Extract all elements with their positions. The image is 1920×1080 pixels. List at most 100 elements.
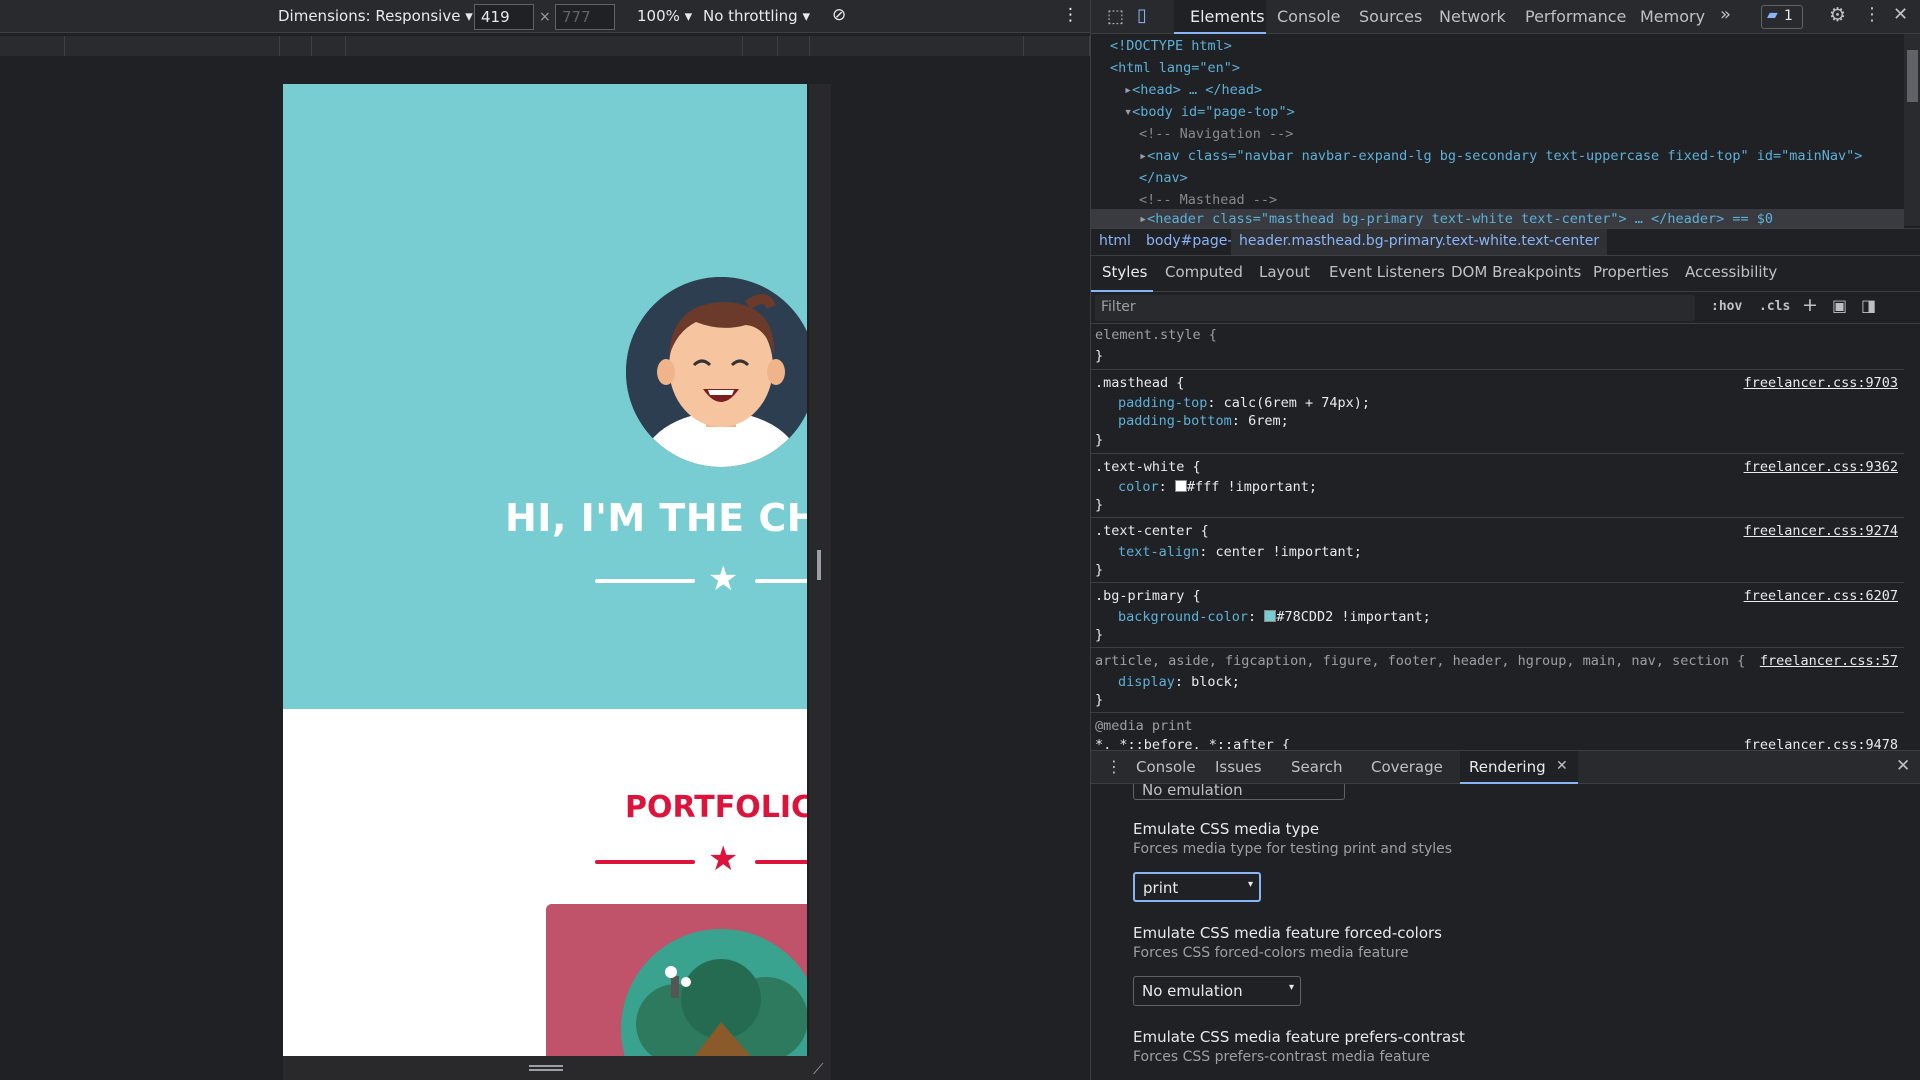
more-options-icon[interactable]: ⋮ <box>1062 5 1079 25</box>
media-type-select[interactable]: print ▾ <box>1133 872 1261 902</box>
breadcrumb: html body#page-top header.masthead.bg-pr… <box>1091 228 1920 256</box>
crumb-html[interactable]: html <box>1099 233 1131 249</box>
drawer-tab-coverage[interactable]: Coverage <box>1371 758 1443 776</box>
chevron-down-icon: ▾ <box>1247 879 1253 890</box>
prefers-contrast-subtitle: Forces CSS prefers-contrast media featur… <box>1133 1049 1431 1065</box>
forced-colors-select[interactable]: No emulation ▾ <box>1133 976 1301 1006</box>
height-input[interactable]: 777 <box>555 4 615 30</box>
tab-console[interactable]: Console <box>1277 7 1341 26</box>
portfolio-item-cabin[interactable] <box>546 904 807 1056</box>
dom-nav-close[interactable]: </nav> <box>1139 170 1188 186</box>
tab-elements[interactable]: Elements <box>1190 7 1265 26</box>
throttling-dropdown[interactable]: No throttling ▾ <box>703 7 810 25</box>
resize-handle-right[interactable] <box>809 84 831 1056</box>
portfolio-title: PORTFOLIC <box>625 790 807 825</box>
source-link-text-center[interactable]: freelancer.css:9274 <box>1744 523 1898 539</box>
message-icon: ▰ <box>1767 7 1778 23</box>
avatar-image <box>626 277 807 467</box>
paint-icon[interactable]: ▣ <box>1832 296 1847 315</box>
cut-select[interactable]: No emulation <box>1133 784 1345 800</box>
divider-line-right <box>755 579 807 583</box>
rendering-panel: No emulation Emulate CSS media type Forc… <box>1091 784 1904 1080</box>
settings-gear-icon[interactable]: ⚙ <box>1829 4 1846 26</box>
rule-bg-primary[interactable]: .bg-primary { freelancer.css:6207 backgr… <box>1091 583 1904 648</box>
rule-element-style[interactable]: element.style { } <box>1091 324 1904 370</box>
color-swatch-white[interactable] <box>1174 480 1187 492</box>
tab-dom-breakpoints[interactable]: DOM Breakpoints <box>1451 263 1581 281</box>
media-type-subtitle: Forces media type for testing print and … <box>1133 841 1453 857</box>
dom-comment-navigation[interactable]: <!-- Navigation --> <box>1139 126 1293 142</box>
forced-colors-title: Emulate CSS media feature forced-colors <box>1133 924 1442 942</box>
star-icon: ★ <box>708 559 739 599</box>
devtools-panel: ⬚ ▯ Elements Console Sources Network Per… <box>1090 0 1920 1080</box>
forced-colors-subtitle: Forces CSS forced-colors media feature <box>1133 945 1409 961</box>
media-type-title: Emulate CSS media type <box>1133 820 1320 838</box>
source-link-html5[interactable]: freelancer.css:57 <box>1760 653 1898 669</box>
tab-layout[interactable]: Layout <box>1259 263 1310 281</box>
close-devtools-icon[interactable]: ✕ <box>1893 4 1908 25</box>
tab-performance[interactable]: Performance <box>1525 7 1626 26</box>
dimensions-dropdown[interactable]: Dimensions: Responsive ▾ <box>278 7 473 25</box>
dom-header-selected[interactable]: ▸<header class="masthead bg-primary text… <box>1139 211 1773 227</box>
tab-network[interactable]: Network <box>1439 7 1506 26</box>
customize-menu-icon[interactable]: ⋮ <box>1863 4 1881 25</box>
resize-corner-icon[interactable]: ⟋ <box>813 1060 824 1078</box>
drawer-tab-issues[interactable]: Issues <box>1215 758 1262 776</box>
drawer-tab-search[interactable]: Search <box>1291 758 1343 776</box>
width-input[interactable]: 419 <box>474 4 534 30</box>
drawer-tab-console[interactable]: Console <box>1136 758 1196 776</box>
styles-filter-input[interactable]: Filter <box>1095 295 1695 321</box>
sidebar-toggle-icon[interactable]: ◨ <box>1861 296 1876 315</box>
source-link-masthead[interactable]: freelancer.css:9703 <box>1744 375 1898 391</box>
tab-event-listeners[interactable]: Event Listeners <box>1329 263 1445 281</box>
more-tabs-icon[interactable]: » <box>1720 4 1731 25</box>
drawer-menu-icon[interactable]: ⋮ <box>1106 757 1122 776</box>
close-rendering-tab-icon[interactable]: ✕ <box>1556 758 1568 774</box>
dom-doctype[interactable]: <!DOCTYPE html> <box>1110 38 1232 54</box>
tab-memory[interactable]: Memory <box>1640 7 1705 26</box>
rule-html5-block[interactable]: article, aside, figcaption, figure, foot… <box>1091 648 1904 713</box>
divider-line-left <box>595 579 695 583</box>
styles-filter-row: Filter :hov .cls + ▣ ◨ <box>1091 292 1920 324</box>
source-link-print[interactable]: freelancer.css:9478 <box>1744 737 1898 749</box>
cls-toggle[interactable]: .cls <box>1759 299 1790 314</box>
close-drawer-icon[interactable]: ✕ <box>1896 756 1910 776</box>
portfolio-star-icon: ★ <box>708 839 739 879</box>
device-toolbar: Dimensions: Responsive ▾ 419 × 777 100% … <box>0 0 1090 33</box>
dom-scrollbar[interactable] <box>1907 50 1918 102</box>
device-toggle-icon[interactable]: ▯ <box>1137 5 1147 26</box>
issues-badge[interactable]: ▰ 1 <box>1761 5 1803 29</box>
source-link-text-white[interactable]: freelancer.css:9362 <box>1744 459 1898 475</box>
tab-computed[interactable]: Computed <box>1165 263 1243 281</box>
rule-text-white[interactable]: .text-white { freelancer.css:9362 color:… <box>1091 454 1904 518</box>
dom-nav[interactable]: ▸<nav class="navbar navbar-expand-lg bg-… <box>1139 148 1862 164</box>
resize-handle-bottom[interactable]: ⟋ <box>283 1056 831 1080</box>
rule-masthead[interactable]: .masthead { freelancer.css:9703 padding-… <box>1091 370 1904 454</box>
dimension-separator: × <box>539 9 551 25</box>
devtools-main-tabs: ⬚ ▯ Elements Console Sources Network Per… <box>1091 0 1920 34</box>
zoom-dropdown[interactable]: 100% ▾ <box>637 7 692 25</box>
tab-styles[interactable]: Styles <box>1102 263 1148 281</box>
inspect-element-icon[interactable]: ⬚ <box>1107 6 1124 27</box>
drawer-tab-rendering[interactable]: Rendering <box>1469 758 1546 776</box>
source-link-bg-primary[interactable]: freelancer.css:6207 <box>1744 588 1898 604</box>
dom-body[interactable]: ▾<body id="page-top"> <box>1124 104 1295 120</box>
dom-html[interactable]: <html lang="en"> <box>1110 60 1240 76</box>
tab-accessibility[interactable]: Accessibility <box>1685 263 1777 281</box>
tab-sources[interactable]: Sources <box>1359 7 1422 26</box>
rotate-icon[interactable]: ⊘ <box>832 5 846 25</box>
new-rule-icon[interactable]: + <box>1802 294 1818 316</box>
rule-text-center[interactable]: .text-center { freelancer.css:9274 text-… <box>1091 518 1904 583</box>
hero-title: HI, I'M THE CHE <box>505 496 807 540</box>
hov-toggle[interactable]: :hov <box>1711 299 1742 314</box>
masthead: HI, I'M THE CHE ★ <box>283 84 807 709</box>
dom-comment-masthead[interactable]: <!-- Masthead --> <box>1139 192 1277 208</box>
rule-media-print[interactable]: @media print *, *::before, *::after { fr… <box>1091 713 1904 749</box>
dom-head[interactable]: ▸<head> … </head> <box>1124 82 1262 98</box>
media-query-ruler[interactable] <box>0 36 1090 56</box>
tab-properties[interactable]: Properties <box>1593 263 1669 281</box>
crumb-header[interactable]: header.masthead.bg-primary.text-white.te… <box>1231 229 1608 255</box>
device-viewport[interactable]: HI, I'M THE CHE ★ PORTFOLIC ★ <box>283 84 807 1056</box>
color-swatch-primary[interactable] <box>1264 610 1277 622</box>
portfolio-divider-left <box>595 860 695 864</box>
